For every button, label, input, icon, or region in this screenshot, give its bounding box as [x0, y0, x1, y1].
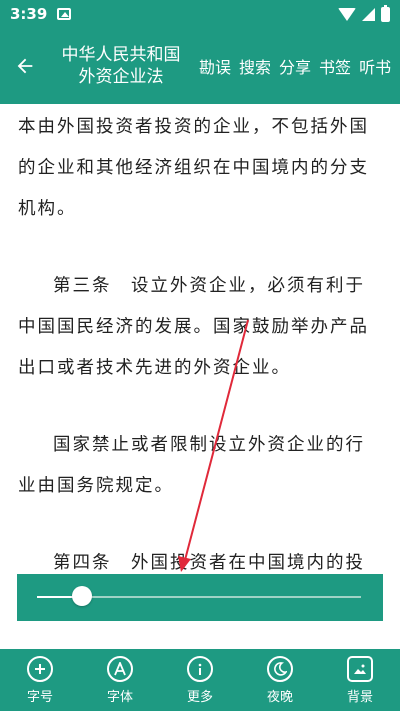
- font-label: 字体: [106, 689, 133, 705]
- app-bar: 中华人民共和国 外资企业法 勘误 搜索 分享 书签 听书: [0, 28, 400, 104]
- slider-thumb[interactable]: [72, 586, 93, 606]
- font-button[interactable]: 字体: [90, 655, 150, 705]
- image-notification-icon: [57, 8, 72, 20]
- status-bar: 3:39: [0, 0, 400, 28]
- background-button[interactable]: 背景: [330, 655, 390, 705]
- font-size-label: 字号: [26, 689, 53, 705]
- title-line-2: 外资企业法: [78, 67, 164, 87]
- more-label: 更多: [186, 689, 213, 705]
- back-arrow-icon: [17, 58, 33, 74]
- background-image-icon: [347, 655, 373, 682]
- title-line-1: 中华人民共和国: [61, 45, 181, 65]
- app-bar-actions: 勘误 搜索 分享 书签 听书: [198, 50, 392, 82]
- info-icon: [187, 655, 213, 682]
- listen-button[interactable]: 听书: [358, 50, 392, 82]
- font-size-button[interactable]: 字号: [10, 655, 70, 705]
- zoom-in-icon: [27, 655, 53, 682]
- errata-button[interactable]: 勘误: [198, 50, 232, 82]
- bottom-toolbar: 字号 字体 更多 夜晚 背景: [0, 649, 400, 711]
- status-time: 3:39: [10, 5, 48, 23]
- bookmark-button[interactable]: 书签: [318, 50, 352, 82]
- search-button[interactable]: 搜索: [238, 50, 272, 82]
- more-button[interactable]: 更多: [170, 655, 230, 705]
- share-button[interactable]: 分享: [278, 50, 312, 82]
- paragraph: 第三条 设立外资企业，必须有利于中国国民经济的发展。国家鼓励举办产品出口或者技术…: [18, 276, 369, 378]
- status-indicators: [338, 4, 390, 22]
- page-title: 中华人民共和国 外资企业法: [50, 44, 192, 88]
- night-mode-label: 夜晚: [266, 689, 293, 705]
- paragraph: 第四条 外国投资者在中国境内的投资、获得的利润和其他合法权益，受中国: [53, 553, 365, 573]
- battery-icon: [381, 4, 390, 22]
- back-button[interactable]: [0, 28, 50, 104]
- wifi-icon: [338, 7, 356, 21]
- night-mode-button[interactable]: 夜晚: [250, 655, 310, 705]
- night-mode-icon: [267, 655, 293, 682]
- paragraph: 本由外国投资者投资的企业，不包括外国的企业和其他经济组织在中国境内的分支机构。: [18, 117, 369, 219]
- reader-content[interactable]: 本由外国投资者投资的企业，不包括外国的企业和其他经济组织在中国境内的分支机构。 …: [0, 104, 400, 574]
- cell-signal-icon: [362, 7, 375, 21]
- paragraph: 国家禁止或者限制设立外资企业的行业由国务院规定。: [18, 435, 365, 496]
- background-label: 背景: [346, 689, 373, 705]
- font-icon: [107, 655, 133, 682]
- brightness-slider-panel: [17, 574, 383, 621]
